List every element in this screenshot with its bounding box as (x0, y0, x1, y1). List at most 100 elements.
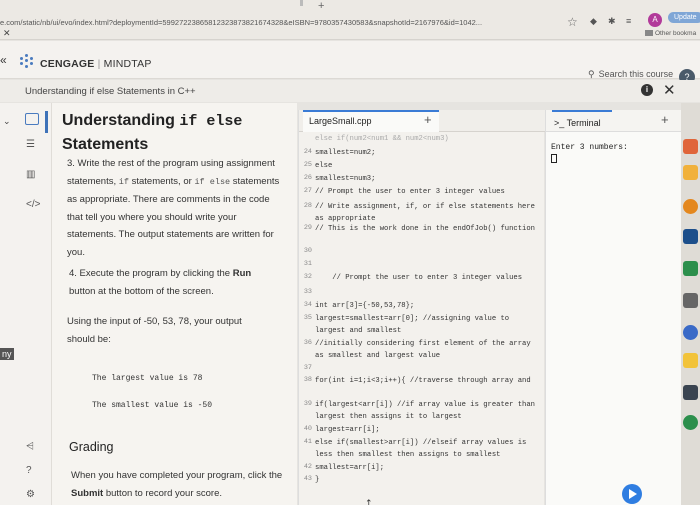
help-icon[interactable]: ? (26, 465, 32, 476)
terminal-output: Enter 3 numbers: (551, 143, 628, 152)
step3-code-ifelse: if else (194, 176, 231, 187)
profile-avatar[interactable]: A (648, 13, 662, 27)
terminal-tab-label: Terminal (566, 118, 601, 128)
app-icon-9[interactable] (683, 385, 698, 400)
code-text: else (315, 162, 333, 170)
code-text: // Write assignment, if, or if else stat… (315, 203, 540, 223)
app-header: « CENGAGE | MINDTAP ⚲ Search this course … (0, 41, 700, 85)
line-number: 34 (303, 301, 312, 309)
browser-toolbar: + e.com/static/nb/ui/evo/index.html?depl… (0, 0, 700, 40)
new-tab-icon[interactable]: + (318, 0, 324, 12)
grading-submit: Submit (71, 487, 104, 499)
grading-heading: Grading (69, 440, 114, 454)
close-activity-icon[interactable]: ✕ (663, 81, 676, 99)
expected-output-smallest: The smallest value is -50 (92, 401, 213, 410)
line-number: 35 (303, 314, 312, 322)
book-icon[interactable] (25, 113, 39, 125)
editor-tabbar: LargeSmall.cpp + (299, 110, 545, 132)
step4-text-b: button at the bottom of the screen. (69, 285, 214, 297)
code-text: // Prompt the user to enter 3 integer va… (315, 188, 505, 196)
code-text: smallest=num2; (315, 149, 376, 157)
app-icon-10[interactable] (683, 415, 698, 430)
menu-lines-icon[interactable]: ≡ (626, 16, 631, 26)
upload-icon[interactable]: ↥ (365, 498, 373, 505)
code-icon[interactable]: </> (26, 199, 40, 210)
line-number: 38 (303, 376, 312, 384)
extension-icon[interactable]: ◆ (590, 16, 597, 27)
code-area[interactable]: else if(num2<num1 && num2<num3) 24 smalles… (299, 132, 545, 505)
code-text: largest=smallest=arr[0]; //assigning val… (315, 315, 514, 335)
terminal-tabbar: >_ Terminal + (546, 110, 682, 132)
line-number: 36 (303, 339, 312, 347)
activity-bar: Understanding if else Statements in C++ … (0, 80, 700, 102)
app-icon-3[interactable] (683, 199, 698, 214)
collapse-icon[interactable]: « (0, 53, 7, 67)
terminal-tab[interactable]: >_ Terminal (552, 110, 612, 132)
bookmark-star-icon[interactable]: ☆ (567, 15, 578, 29)
brand-mindtap: MINDTAP (103, 58, 152, 70)
app-icon-8[interactable] (683, 353, 698, 368)
app-icon-2[interactable] (683, 165, 698, 180)
activity-title: Understanding if else Statements in C++ (25, 86, 196, 97)
title-tail: Statements (62, 136, 149, 153)
line-number: 42 (303, 463, 312, 471)
brand-logo[interactable]: CENGAGE | MINDTAP (40, 58, 152, 70)
code-text: else if(smallest>arr[i]) //elseif array … (315, 439, 531, 459)
rail-edge-label: ny (0, 348, 14, 360)
add-tab-icon[interactable]: + (424, 112, 432, 127)
code-text: } (315, 476, 320, 484)
code-text: else if(num2<num1 && num2<num3) (315, 135, 449, 143)
terminal-cursor[interactable] (551, 154, 557, 163)
chevron-down-icon[interactable]: ⌄ (3, 116, 11, 127)
app-icon-5[interactable] (683, 261, 698, 276)
os-dock (681, 103, 700, 505)
list-icon[interactable]: ☰ (26, 139, 35, 150)
address-bar[interactable]: e.com/static/nb/ui/evo/index.html?deploy… (0, 18, 482, 27)
puzzle-icon[interactable]: ✱ (608, 16, 616, 27)
app-icon-4[interactable] (683, 229, 698, 244)
search-icon: ⚲ (588, 69, 595, 79)
line-number: 24 (303, 148, 312, 156)
cengage-logo-icon (20, 54, 34, 68)
app-icon-6[interactable] (683, 293, 698, 308)
step3-code-if: if (118, 176, 129, 187)
line-number: 33 (303, 288, 312, 296)
line-number: 30 (303, 247, 312, 255)
run-button[interactable] (622, 484, 642, 504)
line-number: 29 (303, 224, 312, 232)
code-text: if(largest<arr[i]) //if array value is g… (315, 401, 540, 421)
step3-text-c: statements as appropriate. There are com… (67, 175, 280, 258)
share-icon[interactable]: ⩤ (26, 441, 34, 452)
terminal-panel: >_ Terminal + Enter 3 numbers: (545, 110, 682, 505)
code-text: int arr[3]={-50,53,78}; (315, 302, 415, 310)
code-text: for(int i=1;i<3;i++){ //traverse through… (315, 377, 531, 385)
settings-icon[interactable]: ⚙ (26, 489, 35, 500)
app-icon-1[interactable] (683, 139, 698, 154)
line-number: 31 (303, 260, 312, 268)
line-number: 32 (303, 273, 312, 281)
code-text: smallest=arr[i]; (315, 464, 385, 472)
search-course-link[interactable]: ⚲ Search this course (588, 69, 673, 80)
close-icon[interactable]: ✕ (3, 28, 11, 39)
other-bookmarks[interactable]: Other bookma (655, 30, 696, 37)
code-editor: LargeSmall.cpp + else if(num2<num1 && nu… (298, 110, 545, 505)
file-tab[interactable]: LargeSmall.cpp (303, 110, 439, 132)
left-rail: ⌄ ☰ ▥ </> ny ⩤ ? ⚙ (0, 103, 52, 505)
chart-icon[interactable]: ▥ (26, 169, 35, 180)
line-number: 28 (303, 202, 312, 210)
grading-text-a: When you have completed your program, cl… (71, 470, 283, 481)
grading-text-b: button to record your score. (103, 487, 223, 499)
add-terminal-icon[interactable]: + (661, 112, 669, 127)
brand-cengage: CENGAGE (40, 58, 95, 70)
app-icon-7[interactable] (683, 325, 698, 340)
rail-selection-indicator (45, 111, 48, 133)
line-number: 40 (303, 425, 312, 433)
input-note: Using the input of -50, 53, 78, your out… (67, 316, 242, 345)
folder-icon (645, 30, 653, 36)
title-code: if else (179, 113, 243, 130)
info-icon[interactable]: i (641, 84, 653, 96)
line-number: 26 (303, 174, 312, 182)
step-3: 3. Write the rest of the program using a… (67, 155, 287, 261)
page-title: Understanding if else Statements (62, 109, 292, 156)
update-button[interactable]: Update (668, 12, 700, 23)
